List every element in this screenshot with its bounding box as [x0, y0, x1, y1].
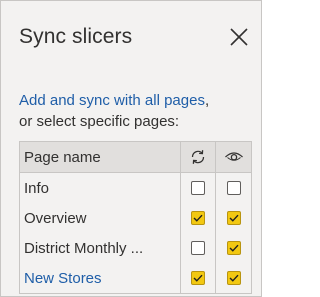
- visible-cell: [215, 203, 251, 233]
- grid-header: Page name: [20, 142, 251, 173]
- close-icon: [230, 28, 248, 46]
- column-header-page-name: Page name: [24, 148, 101, 166]
- visible-checkbox[interactable]: [226, 241, 241, 255]
- visible-cell: [215, 173, 251, 203]
- sync-checkbox[interactable]: [190, 271, 205, 285]
- table-row: Overview: [20, 203, 251, 233]
- column-header-sync: [179, 142, 216, 172]
- close-button[interactable]: [230, 28, 248, 46]
- sync-checkbox[interactable]: [190, 211, 205, 225]
- visible-cell: [215, 263, 251, 293]
- visible-checkbox[interactable]: [226, 181, 241, 195]
- add-and-sync-all-link[interactable]: Add and sync with all pages: [19, 92, 205, 109]
- page-name-cell[interactable]: New Stores: [20, 270, 180, 287]
- checkmark-icon: [229, 214, 239, 222]
- sync-cell: [179, 263, 216, 293]
- table-row: District Monthly ...: [20, 233, 251, 263]
- page-name-cell[interactable]: Info: [20, 180, 180, 197]
- description-line2: or select specific pages:: [19, 113, 180, 130]
- page-name-cell[interactable]: District Monthly ...: [20, 240, 180, 257]
- page-name-cell[interactable]: Overview: [20, 210, 180, 227]
- description: Add and sync with all pages, or select s…: [19, 90, 209, 132]
- sync-cell: [179, 173, 216, 203]
- pages-grid: Page name Info Overview District Monthly .…: [19, 141, 252, 294]
- eye-icon: [224, 152, 243, 161]
- sync-slicers-pane: Sync slicers Add and sync with all pages…: [0, 0, 262, 297]
- pane-title: Sync slicers: [19, 25, 133, 48]
- checkmark-icon: [193, 274, 203, 282]
- table-row: New Stores: [20, 263, 251, 293]
- table-row: Info: [20, 173, 251, 203]
- sync-checkbox[interactable]: [190, 241, 205, 255]
- visible-checkbox[interactable]: [226, 211, 241, 225]
- column-header-visible: [215, 142, 251, 172]
- sync-icon: [191, 150, 205, 164]
- sync-checkbox[interactable]: [190, 181, 205, 195]
- visible-checkbox[interactable]: [226, 271, 241, 285]
- visible-cell: [215, 233, 251, 263]
- sync-cell: [179, 233, 216, 263]
- checkmark-icon: [229, 274, 239, 282]
- checkmark-icon: [193, 214, 203, 222]
- sync-cell: [179, 203, 216, 233]
- description-comma: ,: [204, 92, 210, 109]
- checkmark-icon: [229, 244, 239, 252]
